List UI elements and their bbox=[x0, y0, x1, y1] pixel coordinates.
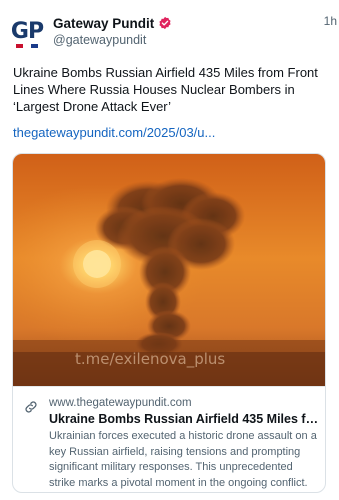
post-link[interactable]: thegatewaypundit.com/2025/03/u... bbox=[13, 125, 215, 140]
card-title[interactable]: Ukraine Bombs Russian Airfield 435 Miles… bbox=[49, 412, 321, 426]
watermark-text: t.me/exilenova_plus bbox=[75, 350, 225, 369]
handle[interactable]: @gatewaypundit bbox=[53, 33, 329, 47]
gateway-pundit-logo: GP bbox=[10, 19, 44, 44]
card-domain[interactable]: www.thegatewaypundit.com bbox=[49, 397, 192, 409]
explosion-image: t.me/exilenova_plus bbox=[13, 154, 325, 386]
display-name[interactable]: Gateway Pundit bbox=[53, 16, 154, 31]
flag-stripe-icon bbox=[16, 44, 38, 48]
card-body[interactable]: www.thegatewaypundit.com Ukraine Bombs R… bbox=[13, 386, 325, 492]
post-time[interactable]: 1h bbox=[324, 14, 337, 28]
link-chain-icon bbox=[25, 401, 37, 413]
link-preview-card[interactable]: t.me/exilenova_plus www.thegatewaypundit… bbox=[12, 153, 326, 493]
post-header: Gateway Pundit @gatewaypundit bbox=[53, 14, 329, 50]
social-post: GP Gateway Pundit @gatewaypundit 1h Ukra… bbox=[0, 0, 339, 500]
verified-badge-icon bbox=[159, 16, 171, 30]
preview-image[interactable]: t.me/exilenova_plus bbox=[13, 154, 325, 386]
post-text: Ukraine Bombs Russian Airfield 435 Miles… bbox=[13, 65, 318, 114]
name-row: Gateway Pundit bbox=[53, 14, 329, 32]
avatar[interactable]: GP bbox=[10, 19, 44, 50]
card-description: Ukrainian forces executed a historic dro… bbox=[49, 430, 317, 489]
